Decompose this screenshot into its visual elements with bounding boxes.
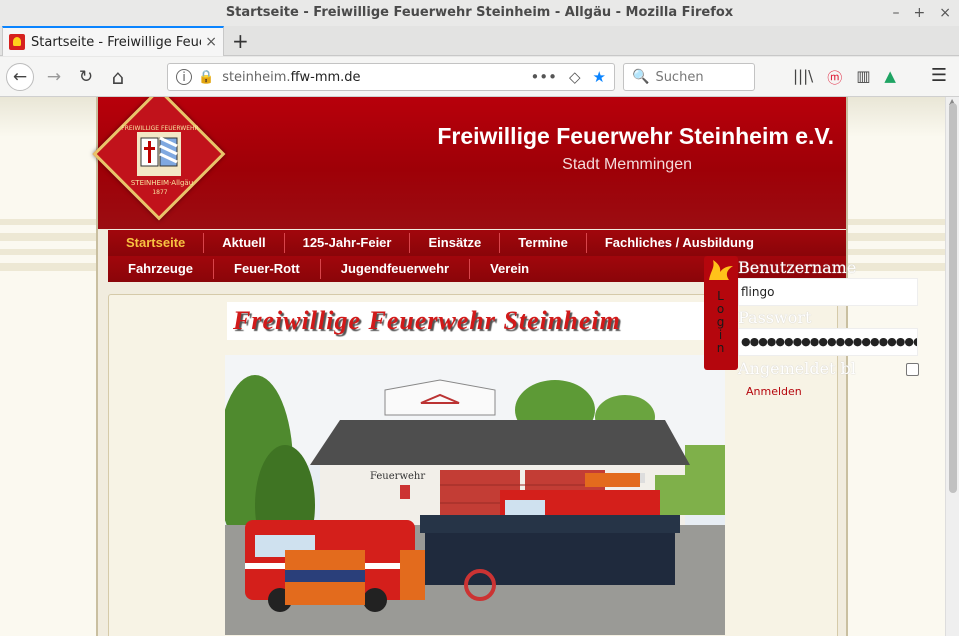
browser-tab-active[interactable]: Startseite - Freiwillige Feue × — [2, 26, 224, 56]
menu-item-startseite[interactable]: Startseite — [108, 233, 205, 253]
menu-item-125-jahr-feier[interactable]: 125-Jahr-Feier — [285, 233, 411, 253]
search-icon: 🔍 — [632, 69, 650, 85]
logo-bottom-text: STEINHEIM·Allgäu — [130, 179, 194, 187]
title-banner: Freiwillige Feuerwehr Steinheim — [227, 302, 725, 340]
password-field[interactable]: ●●●●●●●●●●●●●●●●●●●●●●●● — [738, 328, 918, 356]
forward-button[interactable]: → — [40, 63, 68, 91]
logo-years: 1877 — [152, 189, 168, 196]
tab-strip: Startseite - Freiwillige Feue × + — [0, 26, 959, 56]
window-title: Startseite - Freiwillige Feuerwehr Stein… — [225, 5, 734, 20]
menu-item-verein[interactable]: Verein — [470, 259, 549, 279]
extension-m-icon[interactable]: ⓜ — [827, 67, 842, 88]
search-placeholder: Suchen — [655, 69, 704, 85]
menu-item-aktuell[interactable]: Aktuell — [204, 233, 285, 253]
menu-item-feuer-rott[interactable]: Feuer-Rott — [214, 259, 321, 279]
login-submit-link[interactable]: Anmelden — [746, 385, 802, 398]
login-panel: Benutzername flingo Passwort ●●●●●●●●●●●… — [738, 256, 919, 406]
username-field[interactable]: flingo — [738, 278, 918, 306]
menu-item-fahrzeuge[interactable]: Fahrzeuge — [108, 259, 215, 279]
minimize-button[interactable]: – — [893, 0, 900, 26]
building-sign: Feuerwehr — [370, 471, 425, 482]
coat-of-arms-icon — [137, 132, 181, 176]
new-tab-button[interactable]: + — [232, 29, 249, 53]
url-host-prefix: steinheim. — [222, 69, 291, 85]
menu-item-einsaetze[interactable]: Einsätze — [410, 233, 501, 253]
fire-brigade-logo[interactable] — [92, 97, 226, 221]
maximize-button[interactable]: + — [914, 0, 926, 26]
banner-text: Freiwillige Feuerwehr Steinheim — [233, 306, 621, 335]
home-button[interactable]: ⌂ — [104, 63, 132, 91]
logo-top-text: FREIWILLIGE FEUERWEHR — [121, 125, 199, 132]
flame-icon — [709, 260, 733, 280]
login-toggle-tab[interactable]: L o g i n — [704, 256, 738, 370]
remember-me-checkbox[interactable] — [906, 363, 919, 376]
scrollbar-thumb[interactable] — [949, 103, 957, 493]
login-tab-label: L o g i n — [716, 289, 726, 355]
pocket-icon[interactable]: ◇ — [569, 68, 581, 86]
site-favicon-icon — [9, 34, 25, 50]
toolbar-icons: |||\ ⓜ ▥ ▲ — [793, 67, 896, 88]
menu-item-termine[interactable]: Termine — [500, 233, 587, 253]
bookmark-star-icon[interactable]: ★ — [593, 68, 606, 86]
username-label: Benutzername — [738, 258, 857, 277]
menu-item-jugendfeuerwehr[interactable]: Jugendfeuerwehr — [321, 259, 471, 279]
back-button[interactable]: ← — [6, 63, 34, 91]
main-menu-row-1: Startseite Aktuell 125-Jahr-Feier Einsät… — [108, 230, 846, 256]
sidebar-toggle-icon[interactable]: ▥ — [856, 67, 870, 88]
remember-me-label: Angemeldet bl — [738, 359, 856, 378]
tab-title: Startseite - Freiwillige Feue — [31, 34, 202, 50]
password-label: Passwort — [738, 308, 812, 327]
site-header: FREIWILLIGE FEUERWEHR STEINHEIM·Allgäu 1… — [92, 97, 846, 229]
page-actions: ••• ◇ ★ — [530, 68, 606, 86]
site-title: Freiwillige Feuerwehr Steinheim e.V. — [437, 123, 834, 149]
site-subtitle: Stadt Memmingen — [562, 156, 692, 173]
site-info-icon[interactable]: i — [176, 69, 192, 85]
search-input[interactable]: 🔍 Suchen — [623, 63, 755, 91]
google-drive-icon[interactable]: ▲ — [884, 67, 896, 88]
window-titlebar: Startseite - Freiwillige Feuerwehr Stein… — [0, 0, 959, 26]
navigation-toolbar: ← → ↻ ⌂ i 🔒 steinheim. ffw-mm.de ••• ◇ ★ … — [0, 57, 959, 97]
url-bar[interactable]: i 🔒 steinheim. ffw-mm.de ••• ◇ ★ — [167, 63, 615, 91]
close-tab-icon[interactable]: × — [205, 34, 217, 50]
library-icon[interactable]: |||\ — [793, 67, 813, 88]
menu-item-fachliches-ausbildung[interactable]: Fachliches / Ausbildung — [587, 233, 772, 253]
reload-button[interactable]: ↻ — [72, 63, 100, 91]
page-actions-icon[interactable]: ••• — [530, 68, 557, 86]
window-controls: – + × — [893, 0, 951, 26]
group-photo[interactable]: Feuerwehr — [225, 355, 725, 635]
url-host-main: ffw-mm.de — [290, 69, 361, 85]
close-window-button[interactable]: × — [939, 0, 951, 26]
hamburger-menu-icon[interactable]: ☰ — [931, 65, 947, 86]
page-scrollbar[interactable]: ▲ — [945, 97, 959, 636]
insecure-connection-icon[interactable]: 🔒 — [198, 70, 214, 85]
